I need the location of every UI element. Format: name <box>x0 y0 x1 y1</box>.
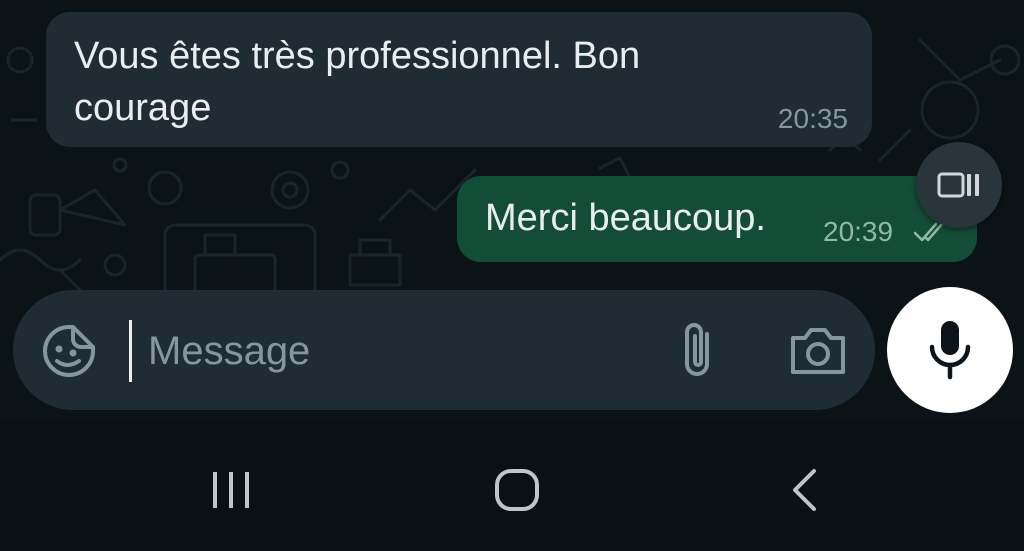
home-icon <box>495 469 539 511</box>
message-text: Vous êtes très professionnel. Bon courag… <box>74 35 641 129</box>
paperclip-icon[interactable] <box>673 320 729 382</box>
recents-icon <box>213 472 249 508</box>
message-input[interactable] <box>129 320 670 382</box>
system-nav-bar <box>0 420 1024 551</box>
camera-icon[interactable] <box>787 324 849 378</box>
message-composer <box>13 290 875 410</box>
home-button[interactable] <box>482 460 552 520</box>
back-icon <box>793 469 816 511</box>
microphone-icon <box>929 321 971 380</box>
recents-button[interactable] <box>196 460 266 520</box>
video-speed-button[interactable] <box>916 142 1002 228</box>
outgoing-message[interactable]: Merci beaucoup. 20:39 <box>457 176 977 262</box>
message-time: 20:35 <box>777 103 848 134</box>
back-button[interactable] <box>770 460 840 520</box>
voice-message-button[interactable] <box>887 287 1013 413</box>
whatsapp-chat-screen: Vous êtes très professionnel. Bon courag… <box>0 0 1024 551</box>
incoming-message[interactable]: Vous êtes très professionnel. Bon courag… <box>46 12 872 147</box>
message-time: 20:39 <box>823 216 894 247</box>
message-text: Merci beaucoup. <box>485 197 766 239</box>
sticker-icon[interactable] <box>41 323 97 379</box>
video-speed-icon <box>937 172 979 198</box>
